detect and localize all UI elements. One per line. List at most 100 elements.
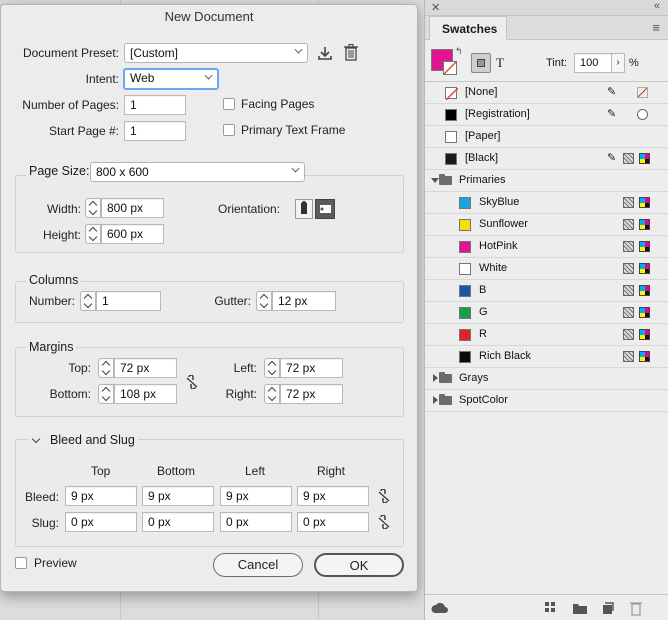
skyblue-chip — [459, 197, 471, 209]
width-input[interactable]: 800 px — [101, 198, 164, 218]
container-format-button[interactable] — [471, 53, 491, 73]
swatch-none[interactable]: [None] ✎ — [425, 82, 668, 104]
bleed-label: Bleed: — [24, 490, 59, 504]
cc-libraries-icon[interactable] — [431, 601, 449, 615]
preset-label: Document Preset: — [22, 46, 119, 60]
chevron-down-icon — [291, 164, 300, 173]
height-input[interactable]: 600 px — [101, 224, 164, 244]
cmyk-icon — [639, 307, 650, 318]
swatch-paper[interactable]: [Paper] — [425, 126, 668, 148]
bleed-slug-title: Bleed and Slug — [50, 433, 135, 447]
new-group-folder-icon[interactable] — [572, 601, 588, 615]
panel-titlebar: ✕ « — [425, 0, 668, 16]
top-stepper[interactable] — [98, 358, 114, 378]
bleed-right-input[interactable]: 9 px — [297, 486, 369, 506]
folder-icon — [439, 394, 452, 405]
slug-left-input[interactable]: 0 px — [220, 512, 292, 532]
stroke-swatch[interactable] — [443, 61, 457, 75]
save-preset-icon[interactable] — [317, 45, 333, 61]
swatch-white[interactable]: White — [425, 258, 668, 280]
swatch-name: B — [479, 284, 487, 296]
cancel-button[interactable]: Cancel — [213, 553, 303, 577]
pages-input[interactable]: 1 — [124, 95, 186, 115]
bleed-top-input[interactable]: 9 px — [65, 486, 137, 506]
tint-slider-button[interactable]: › — [611, 53, 625, 73]
slug-label: Slug: — [31, 516, 59, 530]
page-size-select[interactable]: 800 x 600 — [90, 162, 305, 182]
width-label: Width: — [46, 202, 81, 216]
width-stepper[interactable] — [85, 198, 101, 218]
trash-icon[interactable] — [344, 44, 358, 61]
group-grays[interactable]: Grays — [425, 368, 668, 390]
start-page-input[interactable]: 1 — [124, 121, 186, 141]
swatch-name: R — [479, 328, 487, 340]
cmyk-icon — [639, 153, 650, 164]
page-size-value: 800 x 600 — [96, 165, 149, 179]
right-stepper[interactable] — [264, 384, 280, 404]
collapse-triangle-icon[interactable] — [433, 374, 438, 382]
bleed-slug-header[interactable]: Bleed and Slug — [29, 433, 138, 447]
panel-menu-icon[interactable]: ≡ — [652, 20, 660, 35]
left-input[interactable]: 72 px — [280, 358, 343, 378]
slug-bottom-input[interactable]: 0 px — [142, 512, 214, 532]
swatch-hotpink[interactable]: HotPink — [425, 236, 668, 258]
gutter-stepper[interactable] — [256, 291, 272, 311]
landscape-button[interactable] — [315, 199, 335, 219]
collapse-icon[interactable]: « — [654, 0, 660, 12]
close-icon[interactable]: ✕ — [431, 1, 440, 14]
group-spotcolor[interactable]: SpotColor — [425, 390, 668, 412]
swatch-rich-black[interactable]: Rich Black — [425, 346, 668, 368]
chevron-down-icon — [204, 71, 213, 80]
none-chip — [445, 87, 459, 101]
new-swatch-icon[interactable] — [601, 601, 615, 615]
slug-right-input[interactable]: 0 px — [297, 512, 369, 532]
portrait-button[interactable] — [295, 199, 313, 219]
expand-triangle-icon[interactable] — [431, 178, 439, 183]
unlink-chain-icon[interactable] — [377, 515, 391, 529]
swatch-name: G — [479, 306, 488, 318]
swap-icon[interactable]: ↰ — [455, 46, 463, 57]
group-name: SpotColor — [459, 394, 508, 406]
top-input[interactable]: 72 px — [114, 358, 177, 378]
folder-icon — [439, 372, 452, 383]
process-icon — [623, 307, 634, 318]
bleed-bottom-input[interactable]: 9 px — [142, 486, 214, 506]
bottom-label: Bottom: — [49, 387, 91, 401]
preset-select[interactable]: [Custom] — [124, 43, 308, 63]
swatch-r[interactable]: R — [425, 324, 668, 346]
height-stepper[interactable] — [85, 224, 101, 244]
tab-swatches[interactable]: Swatches — [429, 16, 507, 40]
preview-checkbox[interactable] — [15, 557, 27, 569]
facing-pages-checkbox[interactable] — [223, 98, 235, 110]
process-icon — [623, 197, 634, 208]
swatch-name: HotPink — [479, 240, 518, 252]
number-input[interactable]: 1 — [96, 291, 161, 311]
bottom-stepper[interactable] — [98, 384, 114, 404]
unlink-chain-icon[interactable] — [377, 489, 391, 503]
swatch-registration[interactable]: [Registration] ✎ — [425, 104, 668, 126]
number-stepper[interactable] — [80, 291, 96, 311]
cmyk-icon — [639, 241, 650, 252]
process-icon — [623, 241, 634, 252]
tint-input[interactable]: 100 — [574, 53, 612, 73]
ok-button[interactable]: OK — [314, 553, 404, 577]
group-primaries[interactable]: Primaries — [425, 170, 668, 192]
intent-select[interactable]: Web — [123, 68, 219, 90]
primary-text-frame-checkbox[interactable] — [223, 124, 235, 136]
bleed-left-input[interactable]: 9 px — [220, 486, 292, 506]
slug-top-input[interactable]: 0 px — [65, 512, 137, 532]
collapse-triangle-icon[interactable] — [433, 396, 438, 404]
text-format-icon[interactable]: T — [496, 55, 504, 71]
swatch-black[interactable]: [Black] ✎ — [425, 148, 668, 170]
swatches-panel: ✕ « Swatches ≡ ↰ T Tint: 100 › % [None] … — [424, 0, 668, 620]
trash-icon[interactable] — [629, 600, 643, 616]
swatch-skyblue[interactable]: SkyBlue — [425, 192, 668, 214]
gutter-input[interactable]: 12 px — [272, 291, 336, 311]
show-swatch-views-icon[interactable] — [544, 601, 558, 615]
swatch-g[interactable]: G — [425, 302, 668, 324]
bottom-input[interactable]: 108 px — [114, 384, 177, 404]
right-input[interactable]: 72 px — [280, 384, 343, 404]
swatch-b[interactable]: B — [425, 280, 668, 302]
swatch-sunflower[interactable]: Sunflower — [425, 214, 668, 236]
left-stepper[interactable] — [264, 358, 280, 378]
